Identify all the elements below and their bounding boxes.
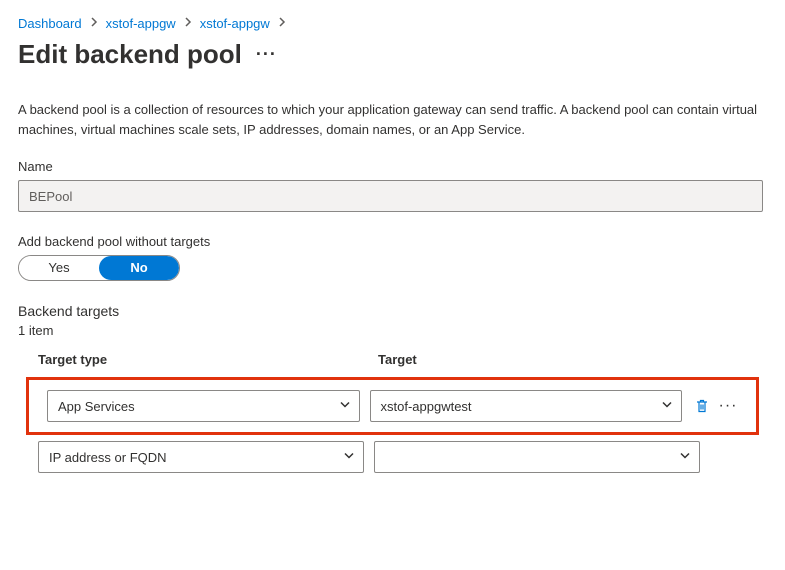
table-row: IP address or FQDN — [18, 435, 767, 479]
page-description: A backend pool is a collection of resour… — [18, 100, 758, 139]
target-type-value: App Services — [58, 399, 135, 414]
chevron-down-icon — [339, 399, 351, 414]
chevron-right-icon — [88, 16, 100, 31]
targets-header-row: Target type Target — [18, 352, 767, 377]
breadcrumb-link-dashboard[interactable]: Dashboard — [18, 16, 82, 31]
chevron-down-icon — [679, 450, 691, 465]
row-actions: ··· — [692, 396, 738, 416]
header-target: Target — [378, 352, 747, 367]
backend-targets-count: 1 item — [18, 323, 767, 338]
target-type-value: IP address or FQDN — [49, 450, 167, 465]
toggle-no[interactable]: No — [99, 256, 179, 280]
chevron-down-icon — [343, 450, 355, 465]
breadcrumb: Dashboard xstof-appgw xstof-appgw — [18, 16, 767, 31]
target-value: xstof-appgwtest — [381, 399, 472, 414]
no-targets-label: Add backend pool without targets — [18, 234, 767, 249]
trash-icon[interactable] — [692, 396, 712, 416]
target-select[interactable]: xstof-appgwtest — [370, 390, 683, 422]
row-more-icon[interactable]: ··· — [718, 396, 738, 416]
page-title-text: Edit backend pool — [18, 39, 242, 70]
breadcrumb-link-appgw-1[interactable]: xstof-appgw — [106, 16, 176, 31]
name-label: Name — [18, 159, 767, 174]
target-type-select[interactable]: App Services — [47, 390, 360, 422]
breadcrumb-link-appgw-2[interactable]: xstof-appgw — [200, 16, 270, 31]
target-type-select[interactable]: IP address or FQDN — [38, 441, 364, 473]
chevron-right-icon — [276, 16, 288, 31]
backend-targets-heading: Backend targets — [18, 303, 767, 319]
more-actions-icon[interactable]: ··· — [256, 44, 277, 65]
name-input[interactable] — [18, 180, 763, 212]
page-title: Edit backend pool ··· — [18, 39, 767, 70]
toggle-yes[interactable]: Yes — [19, 256, 99, 280]
header-target-type: Target type — [38, 352, 378, 367]
chevron-right-icon — [182, 16, 194, 31]
highlighted-target-row: App Services xstof-appgwtest ··· — [26, 377, 759, 435]
table-row: App Services xstof-appgwtest ··· — [39, 390, 746, 422]
target-input[interactable] — [374, 441, 700, 473]
chevron-down-icon — [661, 399, 673, 414]
no-targets-toggle[interactable]: Yes No — [18, 255, 180, 281]
